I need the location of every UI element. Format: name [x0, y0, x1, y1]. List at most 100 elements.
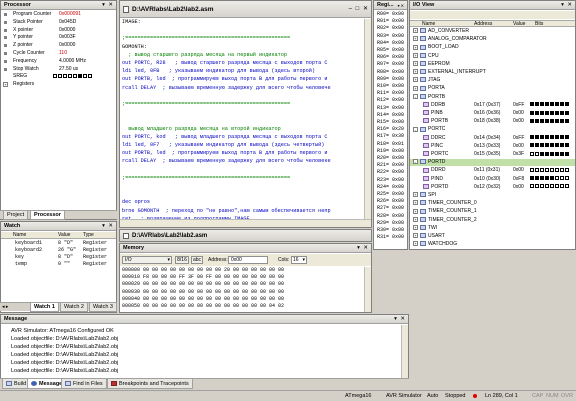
- watch-row[interactable]: keyboard226 "G"Register: [1, 247, 116, 254]
- expand-icon[interactable]: +: [413, 192, 418, 197]
- io-tree-item[interactable]: +CPU: [410, 53, 575, 60]
- io-tree[interactable]: +AD_CONVERTER+ANALOG_COMPARATOR+BOOT_LOA…: [410, 28, 575, 249]
- bit-cell[interactable]: [565, 119, 569, 123]
- expand-icon[interactable]: +: [413, 209, 418, 214]
- bit-cell[interactable]: [535, 168, 539, 172]
- io-tree-item[interactable]: +WATCHDOG: [410, 241, 575, 248]
- io-tree-item[interactable]: +TIMER_COUNTER_0: [410, 200, 575, 207]
- bit-cell[interactable]: [530, 143, 534, 147]
- bit-cell[interactable]: [530, 111, 534, 115]
- expand-icon[interactable]: +: [413, 69, 418, 74]
- expand-icon[interactable]: -: [413, 94, 418, 99]
- io-tree-item[interactable]: PORTB0x18 (0x38)0x00: [410, 118, 575, 125]
- panel-controls[interactable]: ▾ ✕: [102, 1, 114, 10]
- io-tree-item[interactable]: PIND0x10 (0x30)0xF8: [410, 176, 575, 183]
- tab-find-in-files[interactable]: Find in Files: [61, 379, 107, 389]
- bit-cell[interactable]: [550, 184, 554, 188]
- bit-cell[interactable]: [530, 102, 534, 106]
- bit-cell[interactable]: [545, 143, 549, 147]
- io-tree-item[interactable]: +TIMER_COUNTER_1: [410, 208, 575, 215]
- memory-space-select[interactable]: I/O▾: [122, 256, 172, 264]
- sreg-bit[interactable]: [68, 74, 72, 78]
- io-tree-item[interactable]: +EEPROM: [410, 61, 575, 68]
- tab-build[interactable]: Build: [2, 379, 30, 389]
- expand-icon[interactable]: +: [413, 241, 418, 246]
- io-bits[interactable]: [530, 151, 570, 158]
- bit-cell[interactable]: [560, 176, 564, 180]
- address-input[interactable]: 0x00: [228, 256, 268, 264]
- expand-icon[interactable]: -: [413, 159, 418, 164]
- bit-cell[interactable]: [565, 184, 569, 188]
- bit-cell[interactable]: [560, 135, 564, 139]
- bit-cell[interactable]: [555, 152, 559, 156]
- bit-cell[interactable]: [560, 119, 564, 123]
- bit-cell[interactable]: [530, 168, 534, 172]
- io-bits[interactable]: [530, 167, 570, 174]
- bit-cell[interactable]: [540, 176, 544, 180]
- bit-cell[interactable]: [535, 176, 539, 180]
- bit-cell[interactable]: [530, 184, 534, 188]
- io-bits[interactable]: [530, 135, 570, 142]
- tab-watch-1[interactable]: Watch 1: [30, 303, 59, 312]
- sreg-bits[interactable]: [53, 73, 93, 80]
- bit-cell[interactable]: [560, 111, 564, 115]
- io-tree-item[interactable]: PORTC0x15 (0x35)0x3F: [410, 151, 575, 158]
- watch-row[interactable]: keyboard18 "D"Register: [1, 240, 116, 247]
- bit-cell[interactable]: [565, 176, 569, 180]
- tab-breakpoints[interactable]: Breakpoints and Tracepoints: [107, 379, 193, 389]
- expand-icon[interactable]: +: [413, 200, 418, 205]
- bit-cell[interactable]: [545, 168, 549, 172]
- bit-cell[interactable]: [555, 184, 559, 188]
- io-tree-item[interactable]: DDRD0x11 (0x31)0x00: [410, 167, 575, 174]
- expand-icon[interactable]: +: [413, 61, 418, 66]
- io-tree-item[interactable]: +BOOT_LOAD: [410, 44, 575, 51]
- bit-cell[interactable]: [550, 135, 554, 139]
- bit-cell[interactable]: [540, 168, 544, 172]
- io-bits[interactable]: [530, 184, 570, 191]
- bit-cell[interactable]: [550, 176, 554, 180]
- bit-cell[interactable]: [540, 184, 544, 188]
- watch-row[interactable]: temp0 ""Register: [1, 261, 116, 268]
- bit-cell[interactable]: [540, 152, 544, 156]
- io-tree-item[interactable]: PORTD0x12 (0x32)0x00: [410, 184, 575, 191]
- io-tree-item[interactable]: DDRB0x17 (0x37)0xFF: [410, 102, 575, 109]
- bit-cell[interactable]: [535, 119, 539, 123]
- panel-controls[interactable]: ▾✕: [398, 1, 405, 10]
- io-tree-item[interactable]: +ANALOG_COMPARATOR: [410, 36, 575, 43]
- io-tree-item[interactable]: +USART: [410, 233, 575, 240]
- bit-cell[interactable]: [560, 152, 564, 156]
- bit-cell[interactable]: [530, 135, 534, 139]
- io-bits[interactable]: [530, 143, 570, 150]
- bit-cell[interactable]: [535, 111, 539, 115]
- message-vscrollbar[interactable]: [401, 325, 408, 378]
- io-tree-item[interactable]: PINC0x13 (0x33)0x00: [410, 143, 575, 150]
- expand-icon[interactable]: +: [413, 225, 418, 230]
- bit-cell[interactable]: [565, 111, 569, 115]
- memory-vscrollbar[interactable]: [364, 267, 371, 312]
- bit-cell[interactable]: [555, 119, 559, 123]
- bit-cell[interactable]: [550, 152, 554, 156]
- bit-cell[interactable]: [550, 102, 554, 106]
- expand-icon[interactable]: +: [3, 82, 8, 87]
- bit-cell[interactable]: [535, 135, 539, 139]
- bit-cell[interactable]: [545, 176, 549, 180]
- bit-cell[interactable]: [540, 119, 544, 123]
- tab-project[interactable]: Project: [3, 211, 28, 220]
- sreg-bit[interactable]: [63, 74, 67, 78]
- memory-dump[interactable]: 000000 00 00 00 00 00 00 00 00 00 20 00 …: [120, 267, 364, 312]
- io-bits[interactable]: [530, 176, 570, 183]
- bit-cell[interactable]: [555, 111, 559, 115]
- expand-icon[interactable]: +: [413, 28, 418, 33]
- bit-cell[interactable]: [550, 111, 554, 115]
- bit-cell[interactable]: [545, 184, 549, 188]
- expand-icon[interactable]: +: [413, 36, 418, 41]
- bit-cell[interactable]: [535, 152, 539, 156]
- code-area[interactable]: IMAGE:;=================================…: [120, 19, 364, 219]
- panel-controls[interactable]: ▾ ✕: [561, 1, 573, 10]
- bit-cell[interactable]: [540, 111, 544, 115]
- bit-cell[interactable]: [560, 143, 564, 147]
- io-bits[interactable]: [530, 102, 570, 109]
- bit-cell[interactable]: [545, 135, 549, 139]
- sreg-bit[interactable]: [83, 74, 87, 78]
- tab-watch-2[interactable]: Watch 2: [60, 303, 88, 312]
